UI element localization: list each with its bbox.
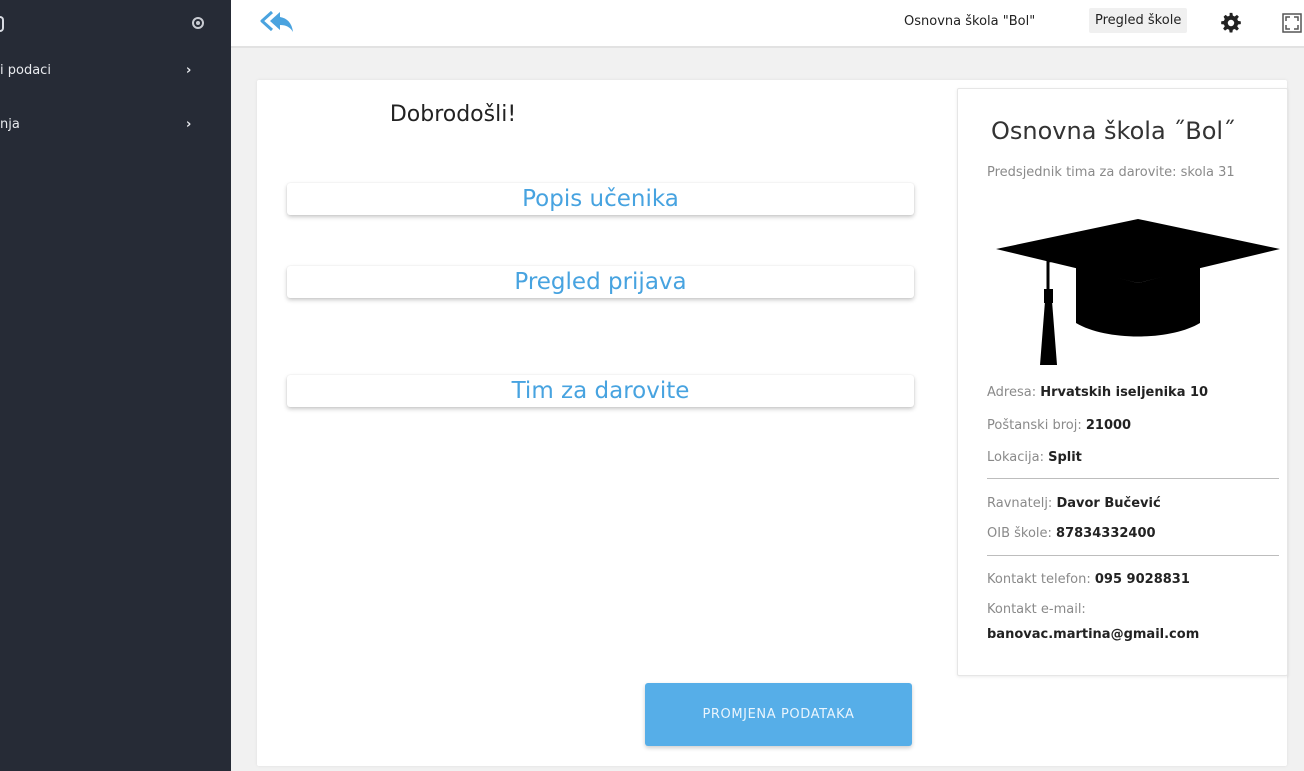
sidebar: i podaci › nja › <box>0 0 231 771</box>
sidebar-header <box>0 0 231 48</box>
postal-value: 21000 <box>1085 418 1132 433</box>
sidebar-item-podaci[interactable]: i podaci › <box>0 59 231 83</box>
divider <box>987 555 1279 556</box>
graduation-cap-icon <box>996 219 1280 365</box>
expand-icon[interactable] <box>1282 13 1302 33</box>
email-label: Kontakt e-mail: <box>987 602 1086 617</box>
principal-row: Ravnatelj: Davor Bučević <box>987 496 1161 511</box>
divider <box>987 478 1279 479</box>
phone-row: Kontakt telefon: 095 9028831 <box>987 572 1190 587</box>
welcome-heading: Dobrodošli! <box>389 102 517 127</box>
reply-all-icon[interactable] <box>259 8 295 34</box>
pregled-prijava-button[interactable]: Pregled prijava <box>287 266 914 298</box>
school-link[interactable]: Osnovna škola "Bol" <box>904 14 1035 29</box>
top-header: Osnovna škola "Bol" Pregled škole <box>231 0 1304 48</box>
oib-value: 87834332400 <box>1056 526 1156 541</box>
address-row: Adresa: Hrvatskih iseljenika 10 <box>987 385 1208 400</box>
sidebar-logo-icon <box>0 16 4 32</box>
sidebar-item-nja[interactable]: nja › <box>0 113 231 137</box>
location-value: Split <box>1048 450 1082 465</box>
address-value: Hrvatskih iseljenika 10 <box>1040 385 1209 400</box>
principal-value: Davor Bučević <box>1056 496 1161 511</box>
tim-za-darovite-button[interactable]: Tim za darovite <box>287 375 914 407</box>
oib-label: OIB škole: <box>987 526 1052 541</box>
phone-label: Kontakt telefon: <box>987 572 1091 587</box>
phone-value: 095 9028831 <box>1094 572 1190 587</box>
email-value: banovac.martina@gmail.com <box>987 627 1200 642</box>
location-label: Lokacija: <box>987 450 1044 465</box>
pregled-skole-link[interactable]: Pregled škole <box>1089 8 1188 33</box>
address-label: Adresa: <box>987 385 1037 400</box>
school-name: Osnovna škola ˝Bol˝ <box>991 117 1236 145</box>
chevron-right-icon: › <box>186 117 192 132</box>
oib-row: OIB škole: 87834332400 <box>987 526 1156 541</box>
radio-toggle-icon[interactable] <box>192 17 204 29</box>
gear-icon[interactable] <box>1220 12 1242 34</box>
school-info-panel: Osnovna škola ˝Bol˝ Predsjednik tima za … <box>957 88 1288 676</box>
popis-ucenika-button[interactable]: Popis učenika <box>287 183 914 215</box>
email-row: Kontakt e-mail: <box>987 602 1086 617</box>
promjena-podataka-button[interactable]: PROMJENA PODATAKA <box>645 683 912 746</box>
location-row: Lokacija: Split <box>987 450 1082 465</box>
principal-label: Ravnatelj: <box>987 496 1053 511</box>
postal-label: Poštanski broj: <box>987 418 1082 433</box>
sidebar-item-label: nja <box>0 117 20 132</box>
chevron-right-icon: › <box>186 63 192 78</box>
president-text: Predsjednik tima za darovite: skola 31 <box>987 165 1235 180</box>
sidebar-item-label: i podaci <box>0 63 51 78</box>
postal-row: Poštanski broj: 21000 <box>987 418 1131 433</box>
